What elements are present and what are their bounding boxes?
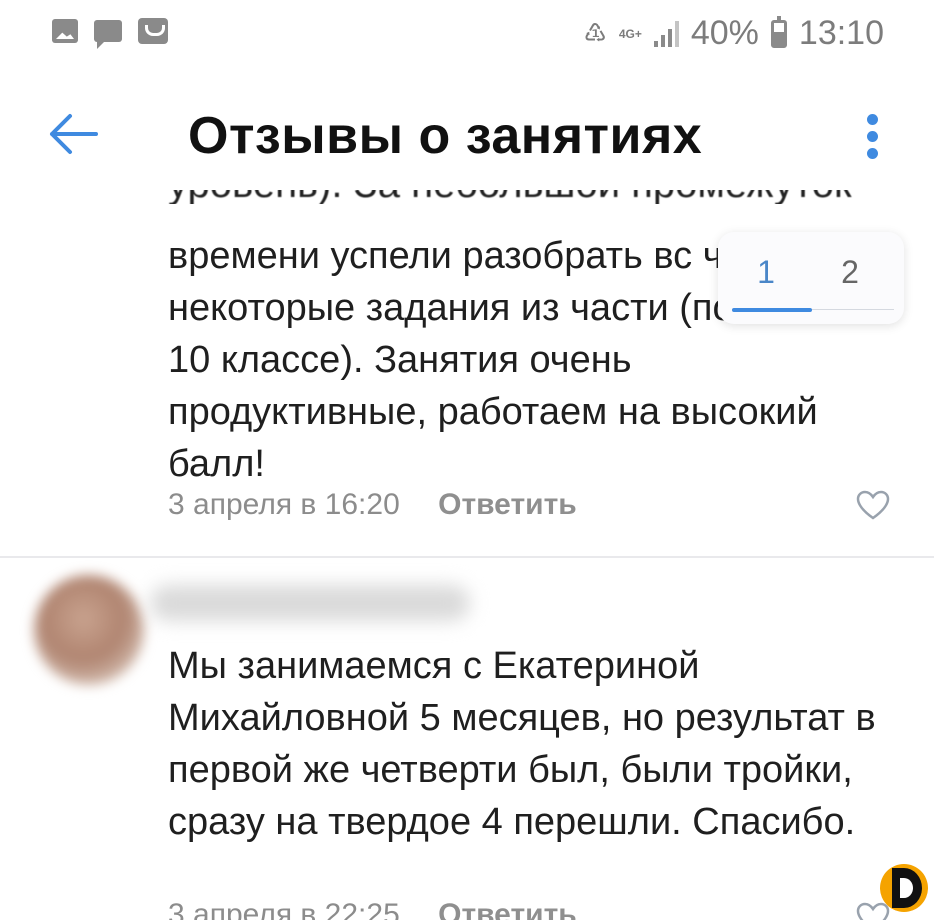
- more-vertical-icon[interactable]: [862, 114, 884, 160]
- clock: 13:10: [798, 14, 884, 52]
- gallery-icon: [52, 19, 78, 43]
- app-header: Отзывы о занятиях: [0, 70, 934, 190]
- author-name-redacted[interactable]: [150, 585, 470, 621]
- page-tab-1[interactable]: 1: [726, 254, 806, 291]
- system-icons: ♳ 4G+ 40% 13:10: [584, 14, 884, 53]
- review-divider: [0, 556, 934, 558]
- signal-icon: [653, 20, 679, 47]
- heart-icon[interactable]: [856, 490, 890, 520]
- page-tab-2[interactable]: 2: [810, 254, 890, 291]
- reply-button[interactable]: Ответить: [438, 488, 577, 521]
- active-page-indicator: [732, 308, 812, 312]
- review-meta: 3 апреля в 16:20 Ответить: [168, 488, 577, 522]
- page-switcher: 1 2: [718, 232, 904, 324]
- battery-percent: 40%: [690, 14, 759, 52]
- reply-button[interactable]: Ответить: [438, 898, 577, 920]
- review-cut-text: уровень). За небольшой промежуток: [168, 190, 868, 204]
- mail-icon: [138, 18, 168, 44]
- recycle-icon: ♳: [583, 18, 607, 48]
- review-date: 3 апреля в 22:25: [168, 898, 400, 920]
- status-bar: ♳ 4G+ 40% 13:10: [0, 0, 934, 70]
- review-text: Мы занимаемся с Екатериной Михайловной 5…: [168, 645, 876, 843]
- review-meta: 3 апреля в 22:25 Ответить: [168, 898, 577, 920]
- network-type: 4G+: [618, 26, 642, 41]
- brand-logo-icon: [880, 864, 928, 912]
- page-title: Отзывы о занятиях: [188, 107, 703, 165]
- notification-icons: [52, 18, 168, 49]
- review-date: 3 апреля в 16:20: [168, 488, 400, 521]
- battery-icon: [770, 15, 787, 48]
- avatar[interactable]: [34, 575, 144, 685]
- back-arrow-icon[interactable]: [44, 110, 100, 158]
- message-icon: [94, 20, 122, 49]
